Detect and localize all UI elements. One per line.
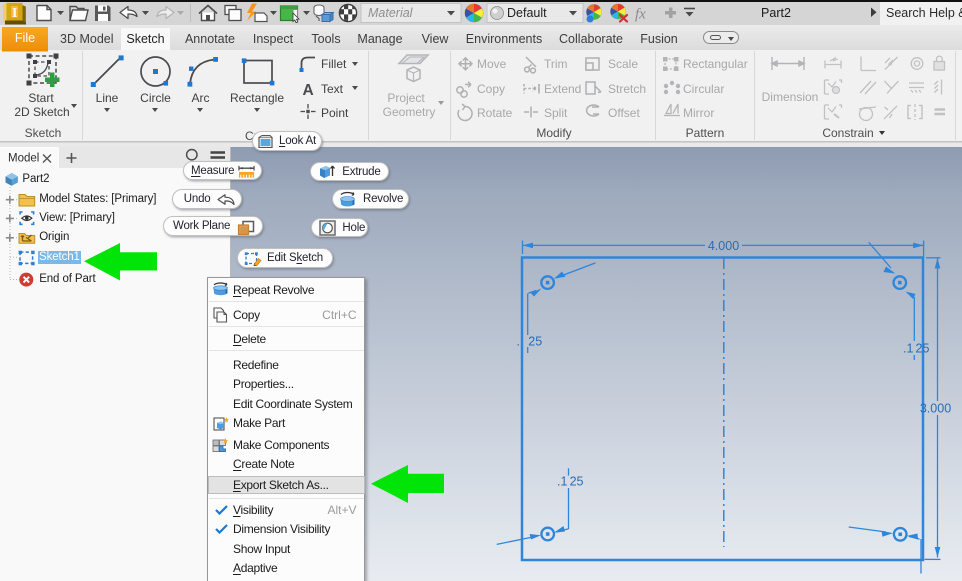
svg-text:I: I	[12, 6, 17, 21]
svg-text:A: A	[303, 82, 314, 99]
svg-text:fx: fx	[635, 7, 646, 23]
svg-text:Model: Model	[8, 153, 39, 165]
svg-text:.1: .1	[903, 342, 913, 356]
svg-text:3.000: 3.000	[920, 402, 951, 416]
svg-text:25: 25	[570, 475, 584, 489]
svg-text:Part2: Part2	[761, 6, 791, 20]
svg-text:.: .	[517, 335, 520, 349]
svg-text:25: 25	[528, 335, 542, 349]
svg-text:Material: Material	[368, 6, 414, 20]
svg-text:Default: Default	[507, 6, 547, 20]
svg-text:Search Help &: Search Help &	[886, 6, 962, 20]
svg-text:25: 25	[916, 342, 930, 356]
svg-text:.1: .1	[557, 475, 567, 489]
svg-text:4.000: 4.000	[708, 239, 739, 253]
